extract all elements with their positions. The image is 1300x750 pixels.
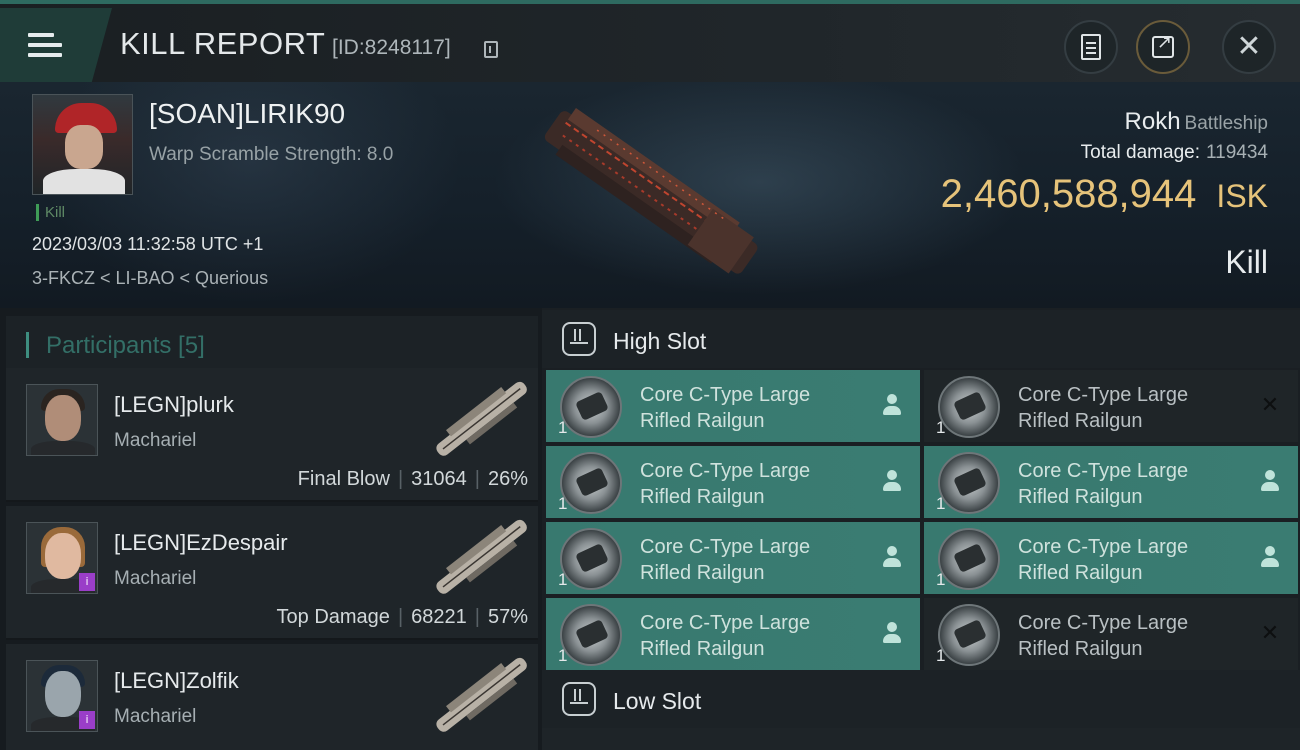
menu-button[interactable] <box>0 8 112 82</box>
module-item[interactable]: 1 Core C-Type Large Rifled Railgun ✕ <box>924 370 1298 442</box>
kill-result: Kill <box>1225 244 1268 280</box>
module-quantity: 1 <box>558 418 568 437</box>
low-slot-icon <box>562 682 596 716</box>
close-button[interactable]: ✕ <box>1222 20 1276 74</box>
module-name: Core C-Type Large Rifled Railgun <box>1018 384 1189 432</box>
participant-ship: Machariel <box>114 568 197 589</box>
low-slot-header: Low Slot <box>542 670 1300 728</box>
victim-name[interactable]: [SOAN]LIRIK90 <box>149 98 345 130</box>
menu-icon <box>28 27 62 63</box>
victim-ship[interactable]: Rokh Battleship <box>1125 108 1268 136</box>
module-quantity: 1 <box>558 646 568 665</box>
module-name: Core C-Type Large Rifled Railgun <box>1018 536 1189 584</box>
module-item[interactable]: 1 Core C-Type Large Rifled Railgun <box>924 446 1298 518</box>
module-quantity: 1 <box>936 570 946 589</box>
module-quantity: 1 <box>558 494 568 513</box>
module-name: Core C-Type Large Rifled Railgun <box>640 536 811 584</box>
portrait-badge-icon: i <box>79 711 95 729</box>
participant-ship: Machariel <box>114 706 197 727</box>
dropped-person-icon <box>882 394 902 418</box>
participant-card[interactable]: i [LEGN]EzDespair Machariel Top Damage | 6… <box>6 506 538 640</box>
destroyed-cross-icon: ✕ <box>1260 621 1280 646</box>
dropped-person-icon <box>1260 546 1280 570</box>
high-slot-header: High Slot <box>542 310 1300 368</box>
module-name: Core C-Type Large Rifled Railgun <box>1018 612 1189 660</box>
railgun-module-icon <box>938 376 1000 438</box>
participant-ship: Machariel <box>114 430 197 451</box>
railgun-module-icon <box>560 376 622 438</box>
dropped-person-icon <box>882 546 902 570</box>
module-item[interactable]: 1 Core C-Type Large Rifled Railgun <box>546 446 920 518</box>
clipboard-button[interactable] <box>1064 20 1118 74</box>
module-name: Core C-Type Large Rifled Railgun <box>640 384 811 432</box>
module-quantity: 1 <box>936 646 946 665</box>
module-item[interactable]: 1 Core C-Type Large Rifled Railgun <box>546 370 920 442</box>
share-button[interactable] <box>1136 20 1190 74</box>
high-slot-icon <box>562 322 596 356</box>
module-item[interactable]: 1 Core C-Type Large Rifled Railgun <box>546 522 920 594</box>
participant-ship-icon <box>436 657 527 732</box>
railgun-module-icon <box>938 604 1000 666</box>
top-bar: KILL REPORT [ID:8248117] ✕ <box>0 0 1300 82</box>
close-icon: ✕ <box>1236 29 1262 64</box>
module-name: Core C-Type Large Rifled Railgun <box>640 612 811 660</box>
participant-ship-icon <box>436 381 527 456</box>
module-quantity: 1 <box>936 494 946 513</box>
copy-icon[interactable] <box>484 41 498 58</box>
railgun-module-icon <box>938 528 1000 590</box>
participant-card[interactable]: [LEGN]plurk Machariel Final Blow | 31064 | 2… <box>6 368 538 502</box>
participant-name[interactable]: [LEGN]EzDespair <box>114 530 288 556</box>
isk-value: 2,460,588,944 ISK <box>940 172 1268 216</box>
dropped-person-icon <box>882 622 902 646</box>
report-id: [ID:8248117] <box>332 36 451 59</box>
participant-card[interactable]: i [LEGN]Zolfik Machariel <box>6 644 538 750</box>
kill-datetime: 2023/03/03 11:32:58 UTC +1 <box>32 234 264 254</box>
railgun-module-icon <box>560 452 622 514</box>
destroyed-cross-icon: ✕ <box>1260 393 1280 418</box>
dropped-person-icon <box>882 470 902 494</box>
participants-panel: Participants [5] [LEGN]plurk Machariel F… <box>0 308 542 750</box>
module-item[interactable]: 1 Core C-Type Large Rifled Railgun ✕ <box>924 598 1298 670</box>
clipboard-icon <box>1081 34 1101 60</box>
portrait-badge-icon: i <box>79 573 95 591</box>
total-damage: Total damage: 119434 <box>1080 142 1268 163</box>
fitting-panel: High Slot 1 Core C-Type Large Rifled Rail… <box>542 308 1300 750</box>
victim-banner: [SOAN]LIRIK90 Warp Scramble Strength: 8.… <box>0 82 1300 308</box>
victim-ship-render[interactable] <box>530 104 770 284</box>
railgun-module-icon <box>938 452 1000 514</box>
participant-name[interactable]: [LEGN]Zolfik <box>114 668 239 694</box>
page-title: KILL REPORT <box>120 26 326 61</box>
kill-location: 3-FKCZ < LI-BAO < Querious <box>32 268 269 288</box>
module-name: Core C-Type Large Rifled Railgun <box>1018 460 1189 508</box>
warp-scramble-strength: Warp Scramble Strength: 8.0 <box>149 144 394 165</box>
participant-stats: Final Blow | 31064 | 26% <box>297 468 528 490</box>
participants-title: Participants [5] <box>46 332 205 359</box>
module-name: Core C-Type Large Rifled Railgun <box>640 460 811 508</box>
module-item[interactable]: 1 Core C-Type Large Rifled Railgun <box>924 522 1298 594</box>
kill-tag: Kill <box>36 204 65 221</box>
participant-name[interactable]: [LEGN]plurk <box>114 392 234 418</box>
railgun-module-icon <box>560 604 622 666</box>
participant-ship-icon <box>436 519 527 594</box>
high-slot-title: High Slot <box>613 328 707 354</box>
module-quantity: 1 <box>558 570 568 589</box>
dropped-person-icon <box>1260 470 1280 494</box>
low-slot-items-peek <box>542 728 1300 750</box>
participant-portrait[interactable]: i <box>26 660 98 732</box>
module-quantity: 1 <box>936 418 946 437</box>
participant-portrait[interactable]: i <box>26 522 98 594</box>
participants-header: Participants [5] <box>6 316 538 372</box>
low-slot-title: Low Slot <box>613 688 702 714</box>
victim-portrait[interactable] <box>32 94 133 195</box>
module-item[interactable]: 1 Core C-Type Large Rifled Railgun <box>546 598 920 670</box>
share-icon <box>1152 32 1174 58</box>
participant-stats: Top Damage | 68221 | 57% <box>276 606 528 628</box>
railgun-module-icon <box>560 528 622 590</box>
participant-portrait[interactable] <box>26 384 98 456</box>
